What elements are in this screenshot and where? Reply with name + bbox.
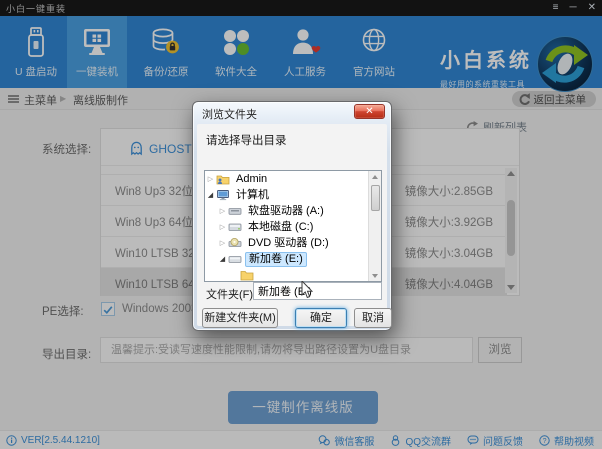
mouse-cursor <box>301 281 313 299</box>
expander-collapsed-icon[interactable]: ▷ <box>217 239 228 247</box>
dialog-title: 浏览文件夹 <box>202 106 257 122</box>
dialog-body: 请选择导出目录 ▷ Admin ◢ <box>197 124 387 326</box>
folder-field-label: 文件夹(F): <box>206 286 256 302</box>
tree-label-selected: 新加卷 (E:) <box>245 252 307 267</box>
expander-collapsed-icon[interactable]: ▷ <box>217 223 228 231</box>
user-folder-icon <box>216 173 230 185</box>
new-folder-button[interactable]: 新建文件夹(M) <box>202 308 278 328</box>
ok-button[interactable]: 确定 <box>295 308 347 328</box>
tree-item-computer[interactable]: ◢ 计算机 <box>205 187 381 203</box>
tree-item-admin[interactable]: ▷ Admin <box>205 171 381 187</box>
dvd-drive-icon <box>228 237 242 249</box>
tree-item-volume-e-selected[interactable]: ◢ 新加卷 (E:) <box>205 251 381 267</box>
hard-disk-icon <box>228 221 242 233</box>
app-window: 小白一键重装 ≡ ─ ✕ U 盘启动 <box>0 0 602 449</box>
scroll-up-icon[interactable] <box>372 175 378 179</box>
expander-collapsed-icon[interactable]: ▷ <box>217 207 228 215</box>
cancel-button[interactable]: 取消 <box>354 308 392 328</box>
tree-item-partial <box>205 267 381 282</box>
tree-item-floppy-a[interactable]: ▷ 软盘驱动器 (A:) <box>205 203 381 219</box>
floppy-drive-icon <box>228 205 242 217</box>
folder-tree: ▷ Admin ◢ 计算机 ▷ <box>204 170 382 282</box>
expander-collapsed-icon[interactable]: ▷ <box>205 175 216 183</box>
tree-label: 计算机 <box>233 189 272 202</box>
tree-label: DVD 驱动器 (D:) <box>245 237 332 250</box>
tree-label: Admin <box>233 173 270 186</box>
expander-expanded-icon[interactable]: ◢ <box>217 255 228 263</box>
close-icon: ✕ <box>365 106 373 117</box>
tree-label: 软盘驱动器 (A:) <box>245 205 327 218</box>
expander-expanded-icon[interactable]: ◢ <box>205 191 216 199</box>
folder-icon <box>240 269 254 281</box>
scroll-down-icon[interactable] <box>372 274 378 278</box>
scrollbar-thumb[interactable] <box>371 185 380 211</box>
tree-label: 本地磁盘 (C:) <box>245 221 316 234</box>
dialog-close-button[interactable]: ✕ <box>354 104 385 119</box>
tree-item-disk-c[interactable]: ▷ 本地磁盘 (C:) <box>205 219 381 235</box>
dialog-prompt: 请选择导出目录 <box>206 132 287 148</box>
tree-scrollbar[interactable] <box>368 171 381 281</box>
computer-icon <box>216 189 230 201</box>
browse-folder-dialog: 浏览文件夹 ✕ 请选择导出目录 ▷ Admin ◢ <box>192 101 392 331</box>
tree-item-dvd-d[interactable]: ▷ DVD 驱动器 (D:) <box>205 235 381 251</box>
disk-volume-icon <box>228 253 242 265</box>
folder-name-input[interactable] <box>253 282 382 300</box>
